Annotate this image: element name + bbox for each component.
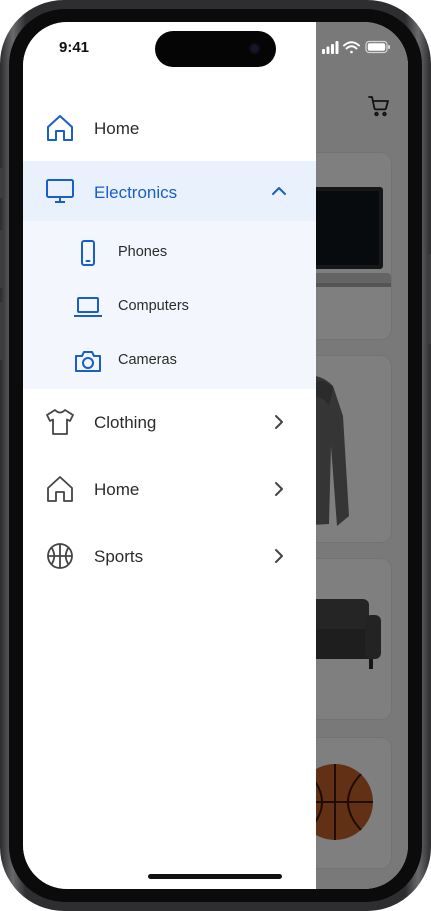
battery-icon xyxy=(365,40,390,54)
chevron-right-icon[interactable] xyxy=(269,479,289,499)
screen: 9:41 Home Electronics Phones Computers C… xyxy=(23,22,408,889)
drawer-subitem-computers[interactable]: Computers xyxy=(23,280,316,334)
drawer-item-label: Home xyxy=(94,480,140,499)
status-time: 9:41 xyxy=(59,39,90,56)
home-icon xyxy=(45,474,75,504)
drawer-subitem-label: Cameras xyxy=(118,352,177,368)
basketball-icon xyxy=(45,541,75,571)
drawer-item-home[interactable]: Home xyxy=(23,100,316,156)
drawer-item-home-category[interactable]: Home xyxy=(23,459,316,519)
drawer-item-electronics[interactable]: Electronics xyxy=(23,161,316,221)
action-button xyxy=(0,168,3,198)
drawer-subitem-label: Phones xyxy=(118,244,168,260)
drawer-subitem-cameras[interactable]: Cameras xyxy=(23,334,316,388)
drawer-item-label: Home xyxy=(94,119,140,138)
drawer-item-clothing[interactable]: Clothing xyxy=(23,392,316,452)
drawer-item-label: Sports xyxy=(94,547,144,566)
navigation-drawer: 9:41 Home Electronics Phones Computers C… xyxy=(23,22,316,889)
drawer-subitem-label: Computers xyxy=(118,298,189,314)
phone-frame: 9:41 Home Electronics Phones Computers C… xyxy=(0,0,431,911)
front-camera xyxy=(249,43,260,54)
drawer-subitem-phones[interactable]: Phones xyxy=(23,226,316,280)
laptop-icon xyxy=(73,293,103,321)
chevron-up-icon[interactable] xyxy=(269,181,289,201)
signal-icon xyxy=(322,41,339,54)
drawer-item-label: Electronics xyxy=(94,183,178,202)
status-icons xyxy=(322,40,390,54)
tshirt-icon xyxy=(45,407,75,437)
drawer-item-sports[interactable]: Sports xyxy=(23,526,316,586)
phone-icon xyxy=(73,239,103,267)
camera-icon xyxy=(73,347,103,375)
volume-down-button xyxy=(0,302,3,360)
wifi-icon xyxy=(343,41,360,54)
home-indicator[interactable] xyxy=(148,874,282,879)
monitor-icon xyxy=(45,176,75,206)
drawer-item-label: Clothing xyxy=(94,413,157,432)
chevron-right-icon[interactable] xyxy=(269,546,289,566)
chevron-right-icon[interactable] xyxy=(269,412,289,432)
volume-up-button xyxy=(0,230,3,288)
home-icon xyxy=(45,113,75,143)
